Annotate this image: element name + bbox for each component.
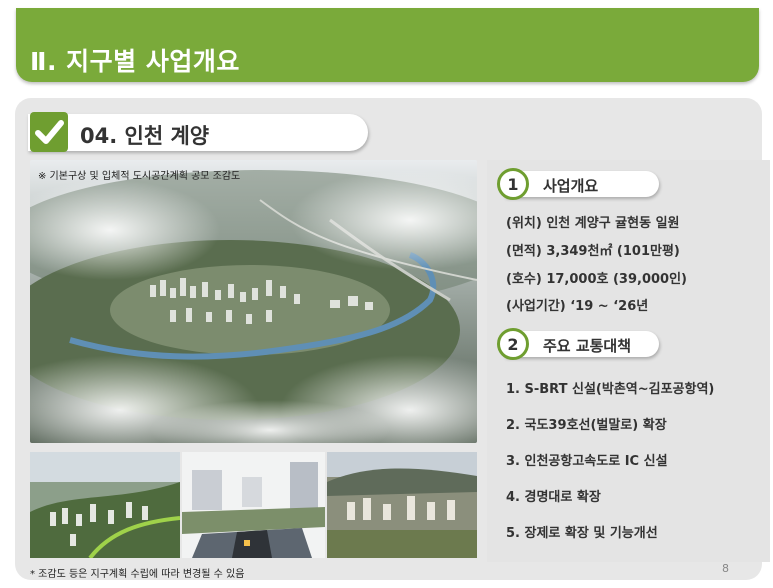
transport-item-5: 5. 장제로 확장 및 기능개선 [506, 526, 658, 541]
footnote: * 조감도 등은 지구계획 수립에 따라 변경될 수 있음 [30, 569, 245, 580]
district-title: 04. 인천 계양 [80, 124, 210, 148]
check-icon [30, 112, 68, 152]
overview-line-area: (면적) 3,349천㎡ (101만평) [506, 244, 680, 259]
section-1-title: 사업개요 [543, 177, 599, 195]
overview-line-households: (호수) 17,000호 (39,000인) [506, 272, 687, 287]
section-2-title: 주요 교통대책 [543, 337, 632, 355]
overview-line-location: (위치) 인천 계양구 귤현동 일원 [506, 216, 680, 231]
thumbnail-image-2 [182, 452, 325, 558]
aerial-rendering-image [30, 160, 477, 443]
overview-line-period: (사업기간) ‘19 ~ ‘26년 [506, 299, 649, 314]
transport-item-4: 4. 경명대로 확장 [506, 490, 601, 505]
section-1-number-badge: 1 [497, 168, 529, 200]
title-banner: Ⅱ. 지구별 사업개요 [16, 8, 759, 82]
page-title: Ⅱ. 지구별 사업개요 [30, 47, 240, 76]
image-caption: ※ 기본구상 및 입체적 도시공간계획 공모 조감도 [38, 171, 241, 182]
transport-item-1: 1. S-BRT 신설(박촌역~김포공항역) [506, 382, 715, 397]
page-number: 8 [722, 562, 729, 575]
thumbnail-image-3 [327, 452, 477, 558]
transport-item-3: 3. 인천공항고속도로 IC 신설 [506, 454, 668, 469]
transport-item-2: 2. 국도39호선(벌말로) 확장 [506, 418, 667, 433]
thumbnail-image-1 [30, 452, 180, 558]
section-2-number-badge: 2 [497, 328, 529, 360]
